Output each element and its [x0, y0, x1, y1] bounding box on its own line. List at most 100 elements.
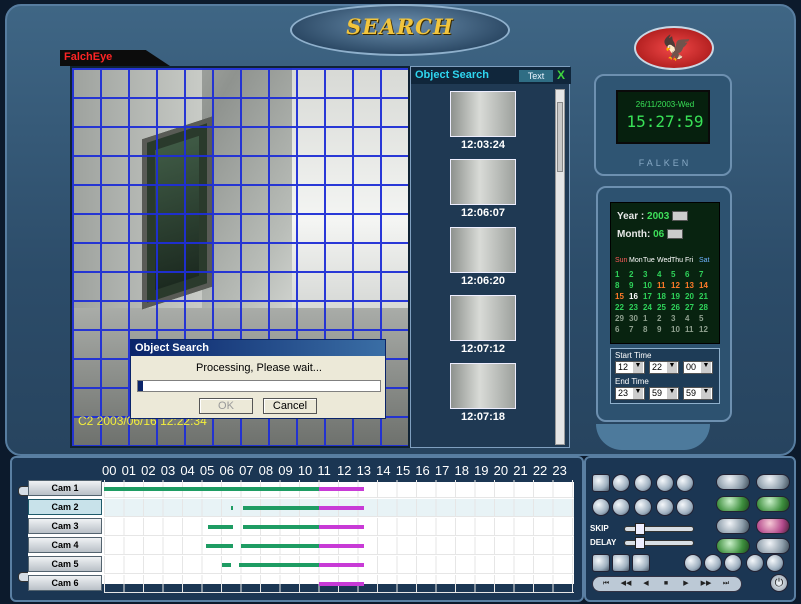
calendar-day[interactable]: 3	[643, 269, 657, 280]
thumbnail-scrollbar[interactable]	[555, 89, 565, 445]
camera-button[interactable]: Cam 3	[28, 518, 102, 534]
print-icon[interactable]	[592, 498, 610, 516]
power-icon[interactable]: ⏻	[770, 574, 788, 592]
camera-button[interactable]: Cam 5	[28, 556, 102, 572]
text-button[interactable]: Text	[519, 70, 553, 82]
save-icon[interactable]	[612, 498, 630, 516]
calendar-day[interactable]: 3	[671, 313, 685, 324]
camera-button[interactable]: Cam 4	[28, 537, 102, 553]
day-grid[interactable]: 1 2 3 4 5 6 7 8 9 10 11 12 13 14 15 16 17 18 19 20 21 22 23 24 2…	[615, 269, 719, 335]
thumbnail-item[interactable]: 12:07:18	[447, 361, 519, 427]
filter-icon[interactable]	[724, 554, 742, 572]
calendar-day[interactable]: 22	[615, 302, 629, 313]
calendar-day[interactable]: 4	[657, 269, 671, 280]
calendar-day[interactable]: 10	[643, 280, 657, 291]
calendar-day[interactable]: 13	[685, 280, 699, 291]
cancel-button[interactable]: Cancel	[263, 398, 317, 414]
calendar-day[interactable]: 6	[685, 269, 699, 280]
calendar-day[interactable]: 8	[643, 324, 657, 335]
camera-track[interactable]	[104, 537, 574, 555]
calendar-day[interactable]: 2	[629, 269, 643, 280]
green-mode-button-2[interactable]	[756, 496, 790, 512]
export-icon[interactable]	[632, 554, 650, 572]
camera-track[interactable]	[104, 556, 574, 574]
calendar-day[interactable]: 10	[671, 324, 685, 335]
next-icon[interactable]: ▶▶	[699, 579, 713, 589]
calendar-day[interactable]: 21	[699, 291, 713, 302]
calendar-day[interactable]: 30	[629, 313, 643, 324]
audio-icon[interactable]	[656, 498, 674, 516]
pause-button[interactable]	[716, 518, 750, 534]
end-second-select[interactable]: 59	[683, 387, 713, 400]
check-icon[interactable]	[612, 554, 630, 572]
calendar-day[interactable]: 11	[685, 324, 699, 335]
thumbnail-item[interactable]: 12:06:20	[447, 225, 519, 291]
add-icon[interactable]	[656, 474, 674, 492]
thumbnail-item[interactable]: 12:06:07	[447, 157, 519, 223]
calendar-day[interactable]: 16	[629, 291, 643, 302]
start-minute-select[interactable]: 22	[649, 361, 679, 374]
camera-track[interactable]	[104, 499, 574, 517]
green-mode-button[interactable]	[716, 496, 750, 512]
info-icon[interactable]	[676, 498, 694, 516]
delay-slider[interactable]	[624, 537, 694, 549]
reverse-icon[interactable]: ◀	[639, 579, 653, 589]
calendar-day[interactable]: 9	[629, 280, 643, 291]
calendar-day[interactable]: 5	[699, 313, 713, 324]
record-button[interactable]	[756, 518, 790, 534]
network-icon[interactable]	[634, 498, 652, 516]
step-back-button[interactable]	[716, 474, 750, 490]
calendar-day[interactable]: 23	[629, 302, 643, 313]
calendar-day[interactable]: 28	[699, 302, 713, 313]
calendar-day[interactable]: 9	[657, 324, 671, 335]
end-hour-select[interactable]: 23	[615, 387, 645, 400]
calendar-day[interactable]: 19	[671, 291, 685, 302]
settings-icon[interactable]	[704, 554, 722, 572]
stop-icon[interactable]: ■	[659, 579, 673, 589]
month-spinner[interactable]	[667, 229, 684, 240]
search-icon[interactable]	[684, 554, 702, 572]
end-minute-select[interactable]: 59	[649, 387, 679, 400]
calendar-day[interactable]: 20	[685, 291, 699, 302]
start-second-select[interactable]: 00	[683, 361, 713, 374]
thumbnail-item[interactable]: 12:03:24	[447, 89, 519, 155]
monitor-icon[interactable]	[766, 554, 784, 572]
calendar-day[interactable]: 17	[643, 291, 657, 302]
camera-button[interactable]: Cam 2	[28, 499, 102, 515]
layout-grid-icon[interactable]	[592, 474, 610, 492]
calendar-day[interactable]: 12	[699, 324, 713, 335]
calendar-day[interactable]: 24	[643, 302, 657, 313]
options-button[interactable]	[756, 538, 790, 554]
calendar-day[interactable]: 25	[657, 302, 671, 313]
calendar-day[interactable]: 6	[615, 324, 629, 335]
list-icon[interactable]	[746, 554, 764, 572]
panel-tab[interactable]	[596, 424, 710, 450]
calendar-day[interactable]: 27	[685, 302, 699, 313]
last-icon[interactable]: ⏭	[719, 579, 733, 589]
export-button[interactable]	[716, 538, 750, 554]
camera-track[interactable]	[104, 480, 574, 498]
camera-button[interactable]: Cam 1	[28, 480, 102, 496]
thumbnail-item[interactable]: 12:07:12	[447, 293, 519, 359]
zoom-icon[interactable]	[676, 474, 694, 492]
calendar-day[interactable]: 2	[657, 313, 671, 324]
calendar-day[interactable]: 7	[699, 269, 713, 280]
calendar-day[interactable]: 4	[685, 313, 699, 324]
close-icon[interactable]: X	[557, 68, 565, 82]
camera-track[interactable]	[104, 518, 574, 536]
skip-slider[interactable]	[624, 523, 694, 535]
calendar-day[interactable]: 14	[699, 280, 713, 291]
start-hour-select[interactable]: 12	[615, 361, 645, 374]
document-icon[interactable]	[592, 554, 610, 572]
play-icon[interactable]: ▶	[679, 579, 693, 589]
year-spinner[interactable]	[672, 211, 689, 222]
camera-button[interactable]: Cam 6	[28, 575, 102, 591]
prev-icon[interactable]: ◀◀	[619, 579, 633, 589]
calendar-day[interactable]: 5	[671, 269, 685, 280]
step-forward-button[interactable]	[756, 474, 790, 490]
calendar-day[interactable]: 1	[643, 313, 657, 324]
calendar-day[interactable]: 11	[657, 280, 671, 291]
ok-button[interactable]: OK	[199, 398, 253, 414]
calendar-day[interactable]: 1	[615, 269, 629, 280]
first-icon[interactable]: ⏮	[599, 579, 613, 589]
